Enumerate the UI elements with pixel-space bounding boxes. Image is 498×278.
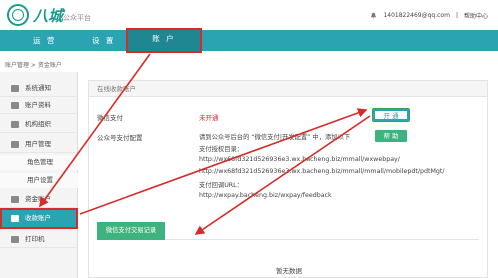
payment-account-panel: 在线收款账户 微信支付 未开通 开 通 公众号支付配置 请到公众号后台的 “微信… bbox=[88, 80, 488, 278]
sidebar-item-label: 账户资料 bbox=[25, 101, 51, 109]
nav-account[interactable]: 账 户 bbox=[126, 28, 202, 53]
sidebar-item-notifications[interactable]: 系统通知 bbox=[0, 80, 78, 97]
sidebar-item-users[interactable]: 用户管理 bbox=[0, 136, 78, 153]
nav-settings[interactable]: 设 置 bbox=[92, 30, 115, 51]
sidebar-item-funds[interactable]: 资金账户 bbox=[0, 191, 78, 208]
header-right: 1401822469@qq.com | 帮助中心 bbox=[370, 11, 488, 20]
payment-icon bbox=[11, 215, 19, 222]
main-nav: 运 营 设 置 账 户 bbox=[0, 28, 498, 53]
sidebar-item-label: 系统通知 bbox=[25, 84, 51, 92]
auth-dir-label: 支付授权目录： bbox=[199, 146, 244, 153]
nav-operations[interactable]: 运 营 bbox=[33, 30, 56, 51]
breadcrumb: 账户管理 > 资金账户 bbox=[5, 62, 62, 69]
sidebar-item-org[interactable]: 机构组织 bbox=[0, 116, 78, 133]
bell-icon[interactable] bbox=[370, 12, 377, 19]
sidebar-sub-user-settings[interactable]: 用户设置 bbox=[0, 173, 78, 188]
sidebar-item-payment-account[interactable]: 收款账户 bbox=[0, 208, 78, 229]
transaction-tabs: 微信支付交易记录 bbox=[97, 222, 479, 240]
users-icon bbox=[11, 141, 19, 148]
sidebar-item-label: 用户管理 bbox=[25, 140, 51, 148]
divider: | bbox=[455, 12, 458, 19]
tab-wechat-transactions[interactable]: 微信支付交易记录 bbox=[97, 222, 165, 240]
auth-url-1: http://wx68fd321d526936e3.wx.bacheng.biz… bbox=[199, 156, 400, 163]
sidebar-item-label: 收款账户 bbox=[25, 214, 51, 222]
auth-url-2: http://wx68fd321d526936e3.wx.bacheng.biz… bbox=[199, 168, 445, 175]
top-header: 八城 公众平台 1401822469@qq.com | 帮助中心 bbox=[0, 0, 498, 30]
bell-icon bbox=[11, 85, 19, 92]
profile-icon bbox=[11, 102, 19, 109]
printer-icon bbox=[11, 236, 19, 243]
sidebar-item-label: 资金账户 bbox=[25, 195, 51, 203]
logo-subtitle: 公众平台 bbox=[63, 14, 91, 22]
sidebar-item-printer[interactable]: 打印机 bbox=[0, 231, 78, 248]
help-center-link[interactable]: 帮助中心 bbox=[464, 11, 488, 20]
config-label: 公众号支付配置 bbox=[97, 134, 143, 142]
sidebar-sub-roles[interactable]: 角色管理 bbox=[0, 155, 78, 170]
wechat-pay-label: 微信支付 bbox=[97, 114, 123, 122]
account-email[interactable]: 1401822469@qq.com bbox=[383, 12, 450, 19]
wallet-icon bbox=[11, 196, 19, 203]
logo-name: 八城 bbox=[33, 7, 64, 25]
org-icon bbox=[11, 121, 19, 128]
callback-url-label: 支付回调URL： bbox=[199, 182, 243, 189]
panel-title: 在线收款账户 bbox=[89, 81, 487, 97]
wechat-pay-status: 未开通 bbox=[199, 114, 219, 122]
empty-state: 暂无数据 bbox=[276, 267, 302, 275]
callback-url: http://wxpay.bacheng.biz/wxpay/feedback bbox=[199, 192, 332, 199]
help-button[interactable]: 帮 助 bbox=[375, 130, 407, 142]
open-wechat-pay-button[interactable]: 开 通 bbox=[372, 108, 410, 122]
logo-icon bbox=[7, 4, 29, 26]
sidebar-item-label: 打印机 bbox=[25, 235, 45, 243]
config-instructions: 请到公众号后台的 “微信支付|开发配置” 中，添加以下 bbox=[199, 134, 351, 141]
sidebar-item-label: 机构组织 bbox=[25, 120, 51, 128]
sidebar-item-profile[interactable]: 账户资料 bbox=[0, 97, 78, 114]
sidebar: 系统通知 账户资料 机构组织 用户管理 角色管理 用户设置 资金账户 收款账户 … bbox=[0, 72, 78, 278]
